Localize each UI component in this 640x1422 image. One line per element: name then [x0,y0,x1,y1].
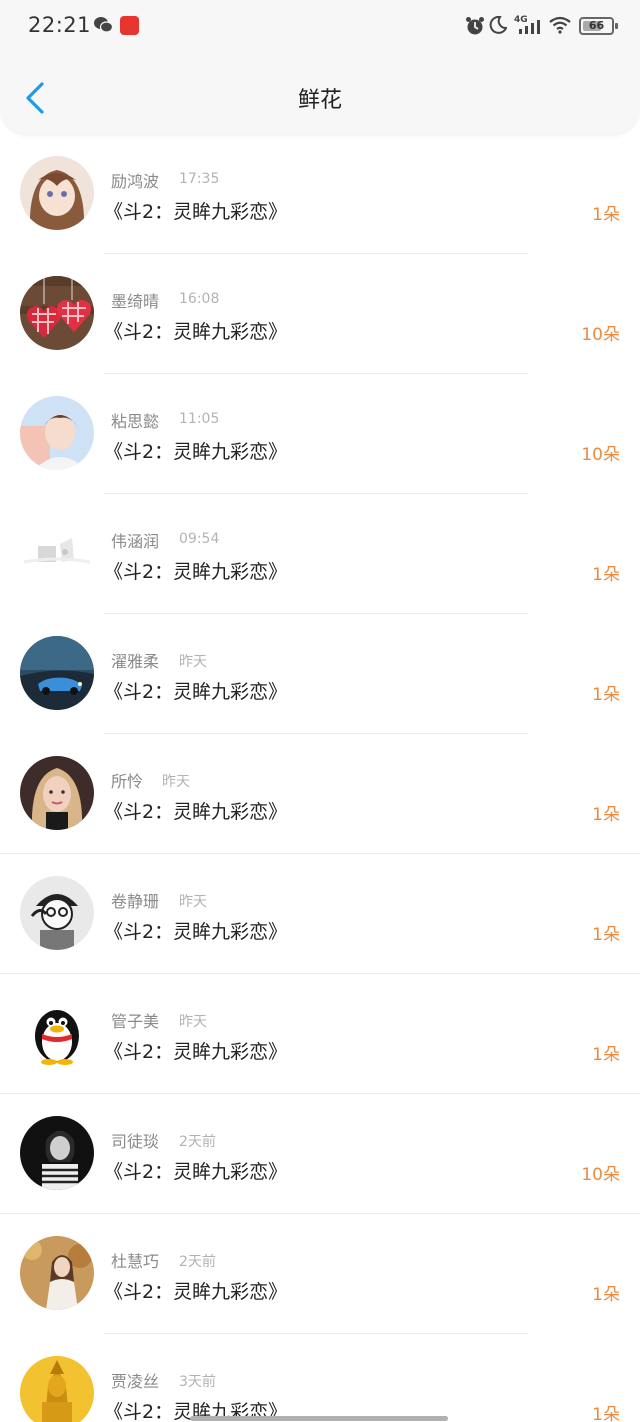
sent-time: 昨天 [179,894,207,910]
sent-time: 11:05 [179,411,220,427]
faded-sketch-avatar[interactable] [20,516,94,590]
sender-name: 管子美 [111,1012,160,1031]
flower-count: 1朵 [592,925,620,945]
car-night-avatar[interactable] [20,636,94,710]
book-title: 《斗2：灵眸九彩恋》 [104,1041,288,1063]
sender-name: 伟涵润 [111,532,160,551]
battery-level: 66 [588,19,605,32]
sent-time: 2天前 [179,1254,216,1270]
alarm-icon [466,17,484,35]
book-title: 《斗2：灵眸九彩恋》 [104,681,288,703]
flower-count: 1朵 [592,805,620,825]
battery-icon: 66 [579,17,618,35]
sender-name: 粘思懿 [111,412,160,431]
flower-count: 1朵 [592,1045,620,1065]
book-title: 《斗2：灵眸九彩恋》 [104,1161,288,1183]
sender-name: 墨绮晴 [111,292,160,311]
list-item[interactable]: 墨绮晴 16:08 《斗2：灵眸九彩恋》 10朵 [0,254,640,374]
status-time: 22:21 [28,13,92,37]
golden-statue-avatar[interactable] [20,1356,94,1422]
sent-time: 09:54 [179,531,220,547]
signal-icon: 4G [514,15,540,34]
status-bar: 22:21 4G 66 [0,0,640,52]
sender-name: 所怜 [111,772,144,791]
flower-count: 10朵 [581,445,620,465]
list-item[interactable]: 卷静珊 昨天《斗2：灵眸九彩恋》 1朵 [0,854,640,974]
app-badge-icon [120,16,139,35]
sent-time: 昨天 [179,654,207,670]
plaid-hearts-avatar[interactable] [20,276,94,350]
list-item[interactable]: 伟涵润 09:54 《斗2：灵眸九彩恋》 1朵 [0,494,640,614]
home-indicator[interactable] [190,1416,448,1421]
sent-time: 17:35 [179,171,220,187]
book-title: 《斗2：灵眸九彩恋》 [104,801,288,823]
list-item[interactable]: 管子美 昨天《斗2：灵眸九彩恋》 1朵 [0,974,640,1094]
sent-time: 昨天 [162,774,190,790]
sender-name: 濯雅柔 [111,652,160,671]
sender-name: 励鸿波 [111,172,160,191]
list-item[interactable]: 司徒琰 2天前《斗2：灵眸九彩恋》 10朵 [0,1094,640,1214]
list-item[interactable]: 贾凌丝 3天前 《斗2：灵眸九彩恋》 1朵 [0,1334,640,1422]
book-title: 《斗2：灵眸九彩恋》 [104,441,288,463]
book-title: 《斗2：灵眸九彩恋》 [104,201,288,223]
wechat-icon [94,17,113,33]
moon-icon [489,16,507,34]
flower-list: 励鸿波 17:35 《斗2：灵眸九彩恋》 1朵 墨绮晴 16:08 《斗2：灵眸九彩恋》 10… [0,134,640,1422]
list-item[interactable]: 杜慧巧 2天前《斗2：灵眸九彩恋》 1朵 [0,1214,640,1334]
page-title: 鲜花 [297,88,342,113]
sent-time: 16:08 [179,291,220,307]
nav-header: 鲜花 [0,52,640,134]
flower-count: 1朵 [592,685,620,705]
sender-name: 贾凌丝 [111,1372,160,1391]
sender-name: 杜慧巧 [111,1252,160,1271]
flower-count: 10朵 [581,1165,620,1185]
flower-count: 1朵 [592,565,620,585]
list-item[interactable]: 励鸿波 17:35 《斗2：灵眸九彩恋》 1朵 [0,134,640,254]
list-item[interactable]: 濯雅柔 昨天《斗2：灵眸九彩恋》 1朵 [0,614,640,734]
list-item[interactable]: 所怜 昨天《斗2：灵眸九彩恋》 1朵 [0,734,640,854]
cartoon-boy-avatar[interactable] [20,876,94,950]
book-title: 《斗2：灵眸九彩恋》 [104,561,288,583]
book-title: 《斗2：灵眸九彩恋》 [104,1281,288,1303]
flower-count: 10朵 [581,325,620,345]
flower-count: 1朵 [592,1285,620,1305]
sent-time: 2天前 [179,1134,216,1150]
book-title: 《斗2：灵眸九彩恋》 [104,921,288,943]
sender-name: 卷静珊 [111,892,160,911]
autumn-woman-avatar[interactable] [20,1236,94,1310]
bw-woman-avatar[interactable] [20,1116,94,1190]
book-title: 《斗2：灵眸九彩恋》 [104,321,288,343]
sender-name: 司徒琰 [111,1132,160,1151]
wifi-icon [549,16,571,34]
anime-girl-avatar[interactable] [20,156,94,230]
sent-time: 昨天 [179,1014,207,1030]
list-item[interactable]: 粘思懿 11:05 《斗2：灵眸九彩恋》 10朵 [0,374,640,494]
flower-count: 1朵 [592,205,620,225]
penguin-avatar[interactable] [20,996,94,1070]
young-man-avatar[interactable] [20,396,94,470]
blonde-woman-avatar[interactable] [20,756,94,830]
signal-label: 4G [514,15,528,25]
sent-time: 3天前 [179,1374,216,1390]
flower-count: 1朵 [592,1405,620,1422]
